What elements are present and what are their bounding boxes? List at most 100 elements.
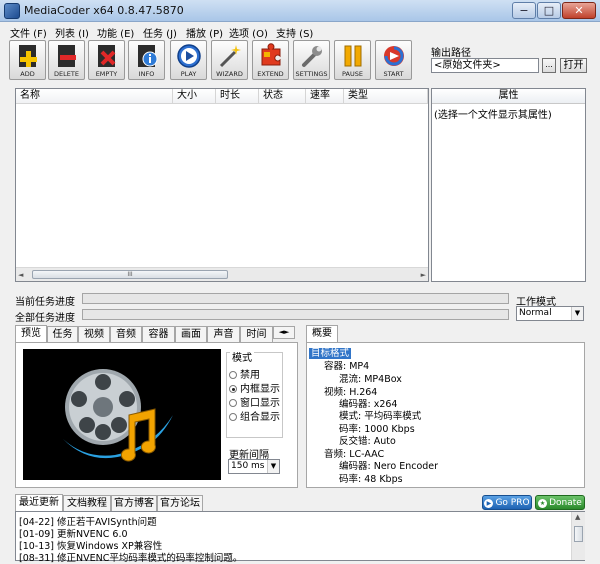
file-list[interactable]: 名称 大小 时长 状态 速率 类型 ◄ III ► bbox=[15, 88, 429, 282]
column-status[interactable]: 状态 bbox=[259, 89, 306, 104]
delete-button[interactable]: DELETE bbox=[48, 40, 85, 80]
tab-picture[interactable]: 画面 bbox=[175, 326, 207, 342]
star-icon: ★ bbox=[538, 499, 548, 508]
delete-icon bbox=[57, 45, 76, 67]
go-pro-button[interactable]: ▶ Go PRO bbox=[482, 495, 532, 510]
start-label: START bbox=[383, 70, 404, 78]
play-label: PLAY bbox=[180, 70, 197, 78]
tab-forum[interactable]: 官方论坛 bbox=[157, 495, 203, 511]
empty-label: EMPTY bbox=[95, 70, 118, 78]
window-title: MediaCoder x64 0.8.47.5870 bbox=[24, 4, 184, 17]
tab-scroll-arrows[interactable]: ◄► bbox=[273, 326, 295, 339]
play-button[interactable]: PLAY bbox=[170, 40, 207, 80]
column-name[interactable]: 名称 bbox=[16, 89, 173, 104]
chevron-down-icon[interactable]: ▼ bbox=[267, 460, 279, 473]
horizontal-scrollbar[interactable]: ◄ III ► bbox=[16, 267, 428, 281]
menu-task[interactable]: 任务 (J) bbox=[143, 25, 177, 40]
menu-support[interactable]: 支持 (S) bbox=[276, 25, 313, 40]
radio-selected-icon[interactable] bbox=[229, 385, 237, 393]
tab-summary[interactable]: 概要 bbox=[306, 325, 338, 342]
menu-file[interactable]: 文件 (F) bbox=[10, 25, 47, 40]
mode-option-window[interactable]: 窗口显示 bbox=[229, 394, 280, 409]
pause-button[interactable]: PAUSE bbox=[334, 40, 371, 80]
settings-button[interactable]: SETTINGS bbox=[293, 40, 330, 80]
menu-function[interactable]: 功能 (E) bbox=[97, 25, 134, 40]
settings-label: SETTINGS bbox=[295, 70, 328, 78]
work-mode-select[interactable]: Normal ▼ bbox=[516, 306, 584, 321]
current-progress-label: 当前任务进度 bbox=[15, 297, 75, 308]
open-folder-button[interactable]: 打开 bbox=[560, 58, 587, 73]
extend-button[interactable]: EXTEND bbox=[252, 40, 289, 80]
extend-label: EXTEND bbox=[257, 70, 284, 78]
column-duration[interactable]: 时长 bbox=[216, 89, 259, 104]
maximize-button[interactable]: □ bbox=[537, 2, 561, 19]
puzzle-icon bbox=[261, 43, 280, 66]
play-icon bbox=[176, 44, 201, 68]
total-progress-label: 全部任务进度 bbox=[15, 313, 75, 324]
mode-group-title: 模式 bbox=[230, 349, 254, 364]
vertical-scrollbar[interactable]: ▲ bbox=[571, 512, 585, 560]
donate-label: Donate bbox=[549, 498, 582, 508]
browse-button[interactable]: ... bbox=[542, 58, 556, 73]
info-icon bbox=[137, 45, 157, 67]
scroll-up-icon[interactable]: ▲ bbox=[575, 513, 580, 521]
pause-icon bbox=[344, 45, 361, 67]
mode-option-label: 组合显示 bbox=[240, 412, 280, 423]
go-pro-label: Go PRO bbox=[495, 498, 530, 508]
total-progress-bar bbox=[82, 309, 509, 320]
summary-line: 容器: MP4 bbox=[324, 361, 370, 372]
pause-label: PAUSE bbox=[342, 70, 363, 78]
scroll-thumb[interactable]: III bbox=[32, 270, 228, 279]
column-size[interactable]: 大小 bbox=[173, 89, 216, 104]
output-path-field[interactable]: <原始文件夹> bbox=[431, 58, 539, 73]
info-button[interactable]: INFO bbox=[128, 40, 165, 80]
mode-option-disabled[interactable]: 禁用 bbox=[229, 366, 260, 381]
add-label: ADD bbox=[20, 70, 35, 78]
add-icon bbox=[18, 45, 37, 67]
wrench-icon bbox=[301, 46, 322, 67]
tab-docs[interactable]: 文档教程 bbox=[63, 495, 111, 511]
chevron-down-icon[interactable]: ▼ bbox=[571, 307, 583, 320]
tab-time[interactable]: 时间 bbox=[240, 326, 273, 342]
close-button[interactable]: ✕ bbox=[562, 2, 596, 19]
minimize-button[interactable]: − bbox=[512, 2, 536, 19]
tab-task[interactable]: 任务 bbox=[47, 326, 78, 342]
mode-option-combined[interactable]: 组合显示 bbox=[229, 408, 280, 423]
scroll-right-icon[interactable]: ► bbox=[421, 271, 426, 279]
column-speed[interactable]: 速率 bbox=[306, 89, 344, 104]
tab-blog[interactable]: 官方博客 bbox=[111, 495, 157, 511]
scroll-thumb[interactable] bbox=[574, 526, 583, 542]
tab-audio[interactable]: 音频 bbox=[110, 326, 142, 342]
summary-line: 编码器: Nero Encoder bbox=[339, 461, 439, 472]
mode-option-inline[interactable]: 内框显示 bbox=[229, 380, 280, 395]
menu-list[interactable]: 列表 (I) bbox=[55, 25, 89, 40]
gopro-icon: ▶ bbox=[484, 499, 494, 508]
menu-options[interactable]: 选项 (O) bbox=[229, 25, 268, 40]
start-button[interactable]: START bbox=[375, 40, 412, 80]
update-interval-select[interactable]: 150 ms ▼ bbox=[228, 459, 280, 474]
properties-hint: (选择一个文件显示其属性) bbox=[434, 110, 552, 121]
radio-icon[interactable] bbox=[229, 399, 237, 407]
tab-sound[interactable]: 声音 bbox=[207, 326, 240, 342]
tab-video[interactable]: 视频 bbox=[78, 326, 110, 342]
radio-icon[interactable] bbox=[229, 371, 237, 379]
app-icon bbox=[4, 3, 20, 19]
summary-line: 反交错: Auto bbox=[339, 436, 396, 447]
tab-preview[interactable]: 预览 bbox=[15, 325, 47, 342]
empty-button[interactable]: EMPTY bbox=[88, 40, 125, 80]
preview-area bbox=[23, 349, 221, 480]
update-interval-value: 150 ms bbox=[231, 461, 265, 471]
menu-play[interactable]: 播放 (P) bbox=[186, 25, 223, 40]
update-log[interactable]: [04-22] 修正若干AVISynth问题 [01-09] 更新NVENC 6… bbox=[15, 511, 585, 564]
scroll-left-icon[interactable]: ◄ bbox=[18, 271, 23, 279]
tab-recent-updates[interactable]: 最近更新 bbox=[15, 494, 63, 511]
info-label: INFO bbox=[138, 70, 155, 78]
donate-button[interactable]: ★ Donate bbox=[535, 495, 585, 510]
add-button[interactable]: ADD bbox=[9, 40, 46, 80]
wizard-button[interactable]: WIZARD bbox=[211, 40, 248, 80]
summary-root[interactable]: 目标格式 bbox=[309, 345, 352, 359]
empty-icon bbox=[97, 45, 115, 67]
radio-icon[interactable] bbox=[229, 413, 237, 421]
tab-container[interactable]: 容器 bbox=[142, 326, 175, 342]
column-type[interactable]: 类型 bbox=[344, 89, 428, 104]
